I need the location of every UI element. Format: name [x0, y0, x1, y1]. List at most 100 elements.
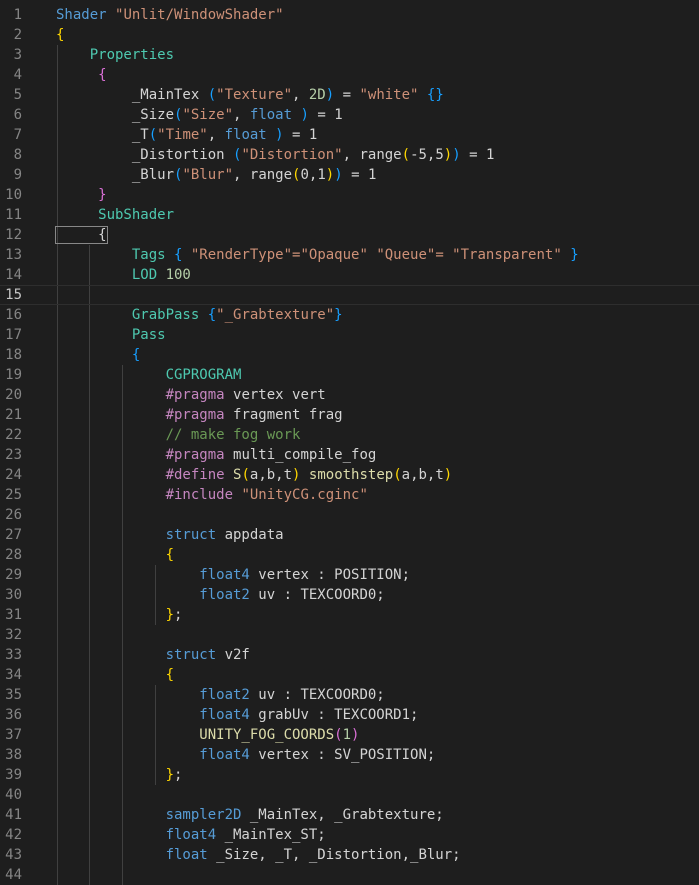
code-line[interactable]: 22 // make fog work	[0, 425, 699, 445]
code-line[interactable]: 8 _Distortion ("Distortion", range(-5,5)…	[0, 145, 699, 165]
code-token: )	[266, 127, 284, 143]
code-line[interactable]: 10 }	[0, 185, 699, 205]
code-token: vertex : POSITION;	[258, 567, 411, 583]
code-line[interactable]: 19 CGPROGRAM	[0, 365, 699, 385]
code-token: #pragma	[56, 407, 234, 423]
code-token: )	[325, 87, 335, 103]
code-line[interactable]: 26	[0, 505, 699, 525]
code-token: vertex vert	[233, 387, 326, 403]
code-line[interactable]: 4 {	[0, 65, 699, 85]
code-text: _Distortion ("Distortion", range(-5,5)) …	[56, 145, 495, 165]
code-text: {	[56, 345, 140, 365]
code-token: _MainTex	[56, 87, 208, 103]
code-token: (	[241, 467, 250, 483]
code-line[interactable]: 18 {	[0, 345, 699, 365]
line-number: 38	[5, 747, 22, 763]
line-number: 27	[5, 527, 22, 543]
code-line[interactable]: 3 Properties	[0, 45, 699, 65]
code-token: _Blur	[56, 167, 175, 183]
code-token: GrabPass	[56, 307, 208, 323]
line-number: 37	[5, 727, 22, 743]
code-token: #include	[56, 487, 242, 503]
code-token: Properties	[56, 47, 175, 63]
code-text: // make fog work	[56, 425, 301, 445]
code-line[interactable]: 40	[0, 785, 699, 805]
code-line[interactable]: 12 {	[0, 225, 699, 245]
code-token: )	[334, 167, 343, 183]
code-token: {}	[418, 87, 444, 103]
code-line[interactable]: 33 struct v2f	[0, 645, 699, 665]
code-token: =	[334, 87, 360, 103]
code-line[interactable]: 15	[0, 285, 699, 305]
line-number: 26	[5, 507, 22, 523]
code-token: smoothstep	[300, 467, 394, 483]
code-line[interactable]: 28 {	[0, 545, 699, 565]
code-token: }	[56, 607, 175, 623]
code-token: "Unlit/WindowShader"	[115, 7, 284, 23]
code-token: "white"	[359, 87, 419, 103]
code-token: sampler2D	[56, 807, 250, 823]
code-line[interactable]: 20 #pragma vertex vert	[0, 385, 699, 405]
code-line[interactable]: 32	[0, 625, 699, 645]
code-line[interactable]: 41 sampler2D _MainTex, _Grabtexture;	[0, 805, 699, 825]
code-text: float2 uv : TEXCOORD0;	[56, 585, 384, 605]
code-token: "Texture"	[216, 87, 293, 103]
code-line[interactable]: 38 float4 vertex : SV_POSITION;	[0, 745, 699, 765]
code-line[interactable]: 23 #pragma multi_compile_fog	[0, 445, 699, 465]
code-text: _Size("Size", float ) = 1	[56, 105, 343, 125]
code-token: {	[56, 27, 65, 43]
line-number: 39	[5, 767, 22, 783]
code-line[interactable]: 44	[0, 865, 699, 885]
code-line[interactable]: 9 _Blur("Blur", range(0,1)) = 1	[0, 165, 699, 185]
code-token: Tags	[56, 247, 175, 263]
code-text: };	[56, 605, 183, 625]
code-token: CGPROGRAM	[56, 367, 242, 383]
code-text: #define S(a,b,t) smoothstep(a,b,t)	[56, 465, 453, 485]
code-line[interactable]: 27 struct appdata	[0, 525, 699, 545]
line-number: 25	[5, 487, 22, 503]
code-line[interactable]: 2{	[0, 25, 699, 45]
code-token: #pragma	[56, 387, 234, 403]
code-editor[interactable]: 1 Shader "Unlit/WindowShader" 2{3 Properti…	[0, 0, 699, 885]
code-line[interactable]: 39 };	[0, 765, 699, 785]
code-line[interactable]: 35 float2 uv : TEXCOORD0;	[0, 685, 699, 705]
code-line[interactable]: 14 LOD 100	[0, 265, 699, 285]
code-token: ,	[292, 87, 309, 103]
code-token: #pragma	[56, 447, 234, 463]
line-number: 30	[5, 587, 22, 603]
line-number: 7	[13, 127, 22, 143]
code-line[interactable]: 30 float2 uv : TEXCOORD0;	[0, 585, 699, 605]
code-line[interactable]: 42 float4 _MainTex_ST;	[0, 825, 699, 845]
line-number: 1	[13, 7, 22, 23]
code-line[interactable]: 25 #include "UnityCG.cginc"	[0, 485, 699, 505]
code-line[interactable]: 1 Shader "Unlit/WindowShader"	[0, 5, 699, 25]
code-line[interactable]: 31 };	[0, 605, 699, 625]
code-token: _Distortion	[56, 147, 234, 163]
code-line[interactable]: 11 SubShader	[0, 205, 699, 225]
code-line[interactable]: 36 float4 grabUv : TEXCOORD1;	[0, 705, 699, 725]
line-number: 44	[5, 867, 22, 883]
code-line[interactable]: 43 float _Size, _T, _Distortion,_Blur;	[0, 845, 699, 865]
code-line[interactable]: 34 {	[0, 665, 699, 685]
code-text: {	[56, 545, 174, 565]
code-line[interactable]: 24 #define S(a,b,t) smoothstep(a,b,t)	[0, 465, 699, 485]
code-line[interactable]: 6 _Size("Size", float ) = 1	[0, 105, 699, 125]
code-token: Pass	[56, 327, 166, 343]
line-number: 16	[5, 307, 22, 323]
code-line[interactable]: 16 GrabPass {"_Grabtexture"}	[0, 305, 699, 325]
code-token: )	[443, 467, 453, 483]
code-line[interactable]: 21 #pragma fragment frag	[0, 405, 699, 425]
code-token: float	[224, 127, 267, 143]
code-token: ,	[233, 107, 250, 123]
code-line[interactable]: 5 _MainTex ("Texture", 2D) = "white" {}	[0, 85, 699, 105]
code-line[interactable]: 13 Tags { "RenderType"="Opaque" "Queue"=…	[0, 245, 699, 265]
code-token: {	[56, 67, 107, 83]
code-token: "Time"	[157, 127, 208, 143]
code-line[interactable]: 29 float4 vertex : POSITION;	[0, 565, 699, 585]
code-line[interactable]: 17 Pass	[0, 325, 699, 345]
code-line[interactable]: 37 UNITY_FOG_COORDS(1)	[0, 725, 699, 745]
code-token: (	[207, 87, 217, 103]
code-token: }	[56, 767, 175, 783]
code-token: struct	[56, 527, 225, 543]
code-line[interactable]: 7 _T("Time", float ) = 1	[0, 125, 699, 145]
